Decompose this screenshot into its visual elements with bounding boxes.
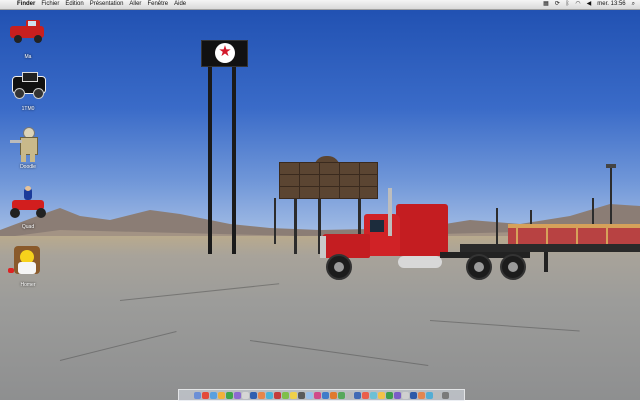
dock-app-icon[interactable]	[290, 392, 297, 399]
desktop-icon-label: Quad	[21, 224, 35, 230]
dock-app-icon[interactable]	[394, 392, 401, 399]
dock-app-icon[interactable]	[242, 392, 249, 399]
dock-app-icon[interactable]	[354, 392, 361, 399]
desktop-icon-ma[interactable]: Ma	[6, 16, 50, 60]
dock-app-icon[interactable]	[370, 392, 377, 399]
wifi-icon[interactable]: ◠	[575, 0, 580, 9]
dock-app-icon[interactable]	[362, 392, 369, 399]
dock-app-icon[interactable]	[258, 392, 265, 399]
bluetooth-icon[interactable]: ᛒ	[566, 0, 570, 9]
dock-app-icon[interactable]	[266, 392, 273, 399]
desktop-icon-homer[interactable]: Homer	[6, 244, 50, 288]
dock	[178, 389, 465, 401]
star-logo-icon: ★	[218, 43, 232, 60]
dock-app-icon[interactable]	[226, 392, 233, 399]
dock-app-icon[interactable]	[274, 392, 281, 399]
menubar-clock[interactable]: mer. 13:56	[597, 0, 625, 9]
dock-app-icon[interactable]	[410, 392, 417, 399]
dock-app-icon[interactable]	[218, 392, 225, 399]
stormtrooper-figure-icon	[8, 126, 48, 162]
dock-app-icon[interactable]	[330, 392, 337, 399]
dock-app-icon[interactable]	[234, 392, 241, 399]
dock-app-icon[interactable]	[194, 392, 201, 399]
desktop-icon-doodle[interactable]: Doodle	[6, 126, 50, 170]
menu-fichier[interactable]: Fichier	[41, 0, 59, 9]
texaco-sign: ★	[201, 40, 248, 67]
dock-app-icon[interactable]	[314, 392, 321, 399]
desktop-wallpaper: ★	[0, 0, 640, 400]
dock-app-icon[interactable]	[306, 392, 313, 399]
dock-app-icon[interactable]	[282, 392, 289, 399]
menu-aide[interactable]: Aide	[174, 0, 186, 9]
dock-app-icon[interactable]	[250, 392, 257, 399]
desktop-icon-1tm0[interactable]: 1TM0	[6, 68, 50, 112]
dock-app-icon[interactable]	[210, 392, 217, 399]
atv-rider-icon	[8, 186, 48, 222]
dock-app-icon[interactable]	[402, 392, 409, 399]
desktop-icon-label: Homer	[20, 282, 36, 288]
dock-app-icon[interactable]	[418, 392, 425, 399]
sign-pole-left	[208, 64, 212, 254]
dock-app-icon[interactable]	[346, 392, 353, 399]
search-icon[interactable]: ⌕	[632, 0, 635, 9]
dock-app-icon[interactable]	[434, 392, 441, 399]
dock-app-icon[interactable]	[442, 392, 449, 399]
status-menus: ▦ ⟳ ᛒ ◠ ◀ mer. 13:56 ⌕	[543, 0, 635, 9]
spaces-icon[interactable]: ▦	[543, 0, 549, 9]
dock-app-icon[interactable]	[298, 392, 305, 399]
menu-items: Finder Fichier Édition Présentation Alle…	[17, 0, 186, 9]
dock-app-icon[interactable]	[202, 392, 209, 399]
red-semi-truck	[320, 186, 640, 281]
dock-app-icon[interactable]	[378, 392, 385, 399]
desktop-icon-label: 1TM0	[21, 106, 35, 112]
dock-app-icon[interactable]	[322, 392, 329, 399]
menu-presentation[interactable]: Présentation	[90, 0, 124, 9]
menu-fenetre[interactable]: Fenêtre	[147, 0, 168, 9]
menu-edition[interactable]: Édition	[65, 0, 83, 9]
red-pickup-truck-icon	[8, 16, 48, 52]
menu-bar: Finder Fichier Édition Présentation Alle…	[0, 0, 640, 10]
sign-pole-right	[232, 64, 236, 254]
desktop-icon-quad[interactable]: Quad	[6, 186, 50, 230]
menu-finder[interactable]: Finder	[17, 0, 35, 9]
dock-app-icon[interactable]	[338, 392, 345, 399]
dock-app-icon[interactable]	[426, 392, 433, 399]
black-car-icon	[8, 68, 48, 104]
desktop-icon-label: Doodle	[20, 164, 36, 170]
volume-icon[interactable]: ◀	[587, 0, 592, 9]
sync-icon[interactable]: ⟳	[555, 0, 560, 9]
menu-aller[interactable]: Aller	[129, 0, 141, 9]
desktop-icon-label: Ma	[24, 54, 32, 60]
dock-app-icon[interactable]	[386, 392, 393, 399]
homer-simpson-icon	[8, 244, 48, 280]
